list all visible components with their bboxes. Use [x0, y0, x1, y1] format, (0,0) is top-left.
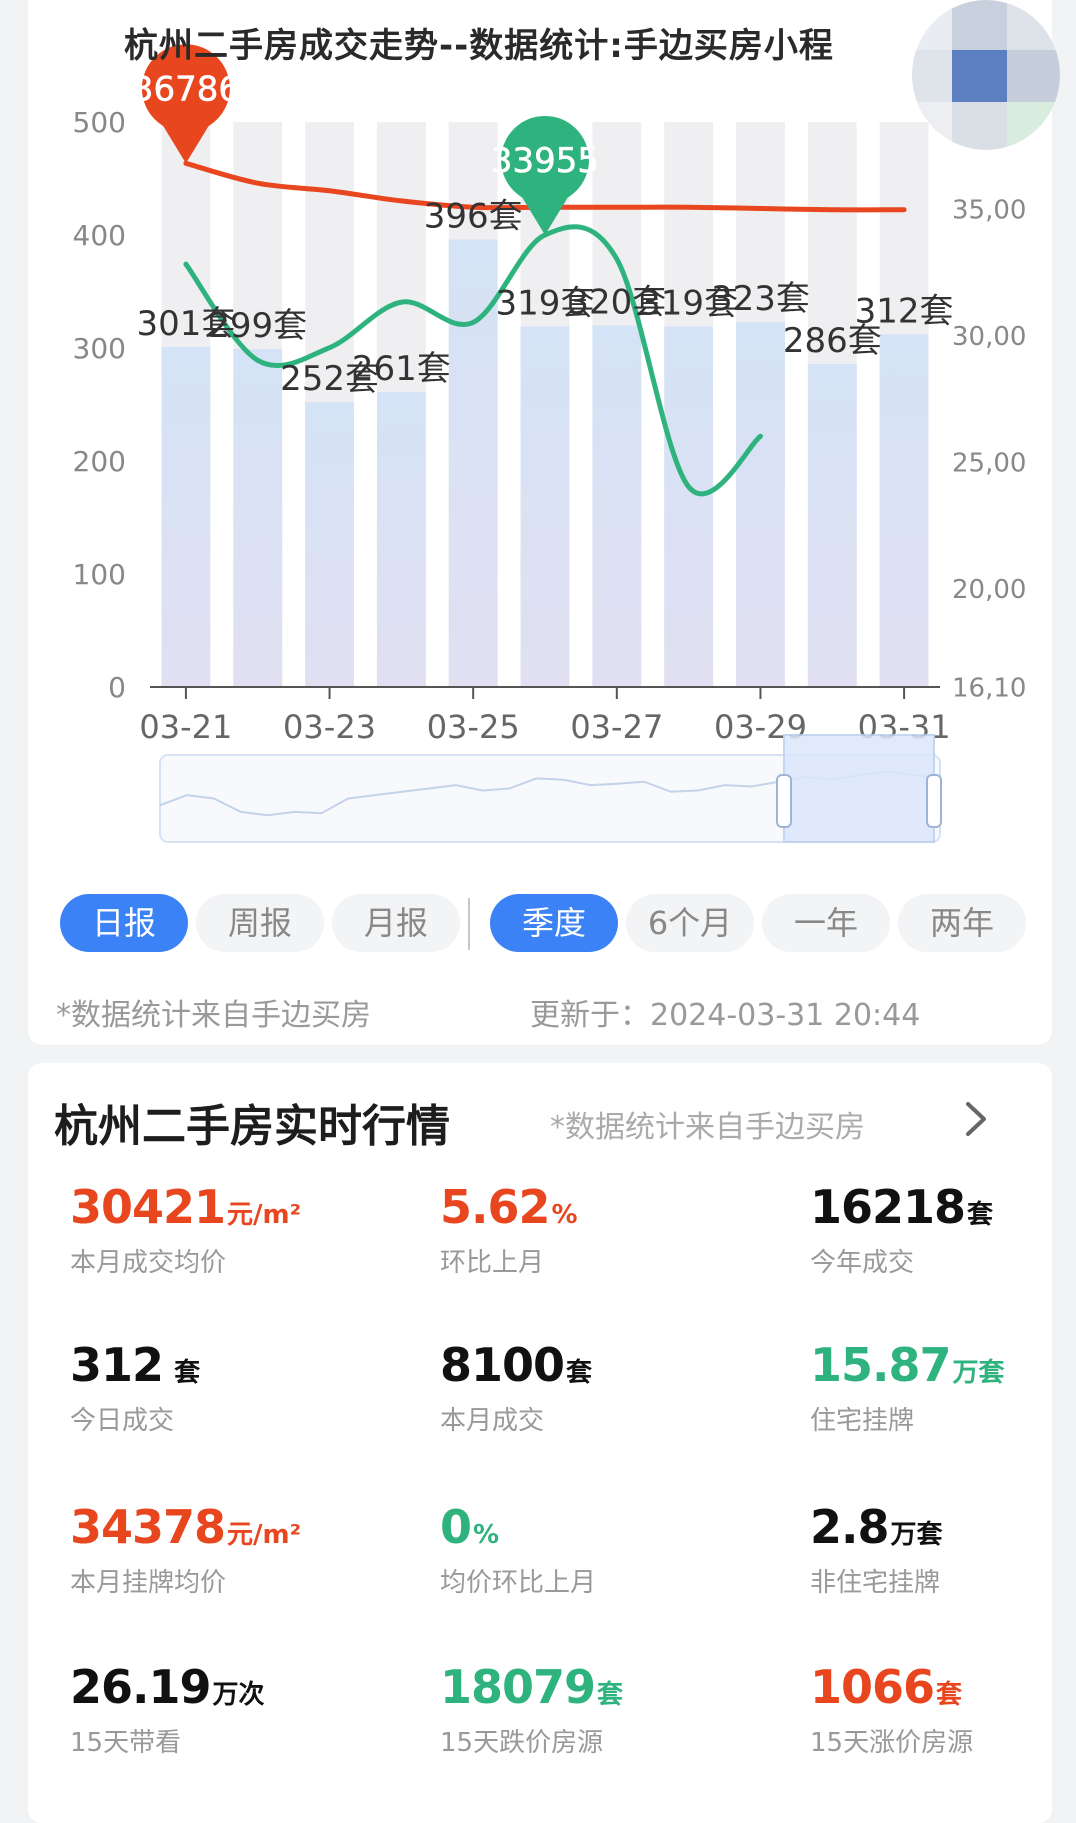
zoom-slider-window[interactable]	[783, 734, 935, 843]
right-axis-tick: 30,00	[952, 322, 1026, 352]
left-axis-tick: 300	[73, 332, 126, 365]
stat-label: 本月挂牌均价	[70, 1568, 227, 1598]
tab-weekly[interactable]: 周报	[196, 894, 324, 952]
stat-label: 本月成交均价	[70, 1248, 227, 1278]
tab-divider	[468, 898, 470, 950]
left-axis-tick: 500	[73, 106, 126, 139]
stat-label: 住宅挂牌	[810, 1406, 915, 1436]
left-axis-tick: 100	[73, 558, 126, 591]
bar-value-label: 396套	[424, 197, 523, 237]
chevron-right-icon[interactable]	[958, 1096, 994, 1142]
bar-03-24	[376, 392, 426, 687]
bar-03-23	[305, 402, 354, 687]
stat-unit: 元/m²	[227, 1200, 302, 1230]
stat-unit: 万套	[890, 1520, 943, 1550]
stat-item: 30421元/m² 本月成交均价	[70, 1180, 301, 1279]
stat-label: 均价环比上月	[440, 1568, 597, 1598]
stat-value: 5.62	[440, 1180, 550, 1234]
stat-item: 8100套 本月成交	[440, 1338, 592, 1437]
right-axis-tick: 25,00	[952, 449, 1026, 479]
bar-03-22	[233, 349, 283, 687]
user-avatar[interactable]	[912, 0, 1060, 150]
tab-daily[interactable]: 日报	[60, 894, 188, 952]
tab-quarter[interactable]: 季度	[490, 894, 618, 952]
stat-item: 2.8万套非住宅挂牌	[810, 1500, 943, 1599]
stat-item: 16218套今年成交	[810, 1180, 993, 1279]
stat-value: 0	[440, 1500, 472, 1554]
stat-unit: 套	[936, 1680, 963, 1710]
stat-item: 0% 均价环比上月	[440, 1500, 596, 1599]
tab-2-years[interactable]: 两年	[898, 894, 1026, 952]
stat-value: 34378	[70, 1500, 226, 1554]
bar-03-26	[520, 326, 570, 687]
stat-item: 312 套今日成交	[70, 1338, 200, 1437]
bar-03-27	[592, 325, 642, 687]
bar-03-28	[664, 326, 714, 687]
stat-value: 312	[70, 1338, 164, 1392]
x-axis-tick-label: 03-23	[283, 708, 376, 746]
stat-unit: %	[551, 1200, 578, 1230]
stat-label: 15天涨价房源	[810, 1728, 974, 1758]
stat-item: 5.62% 环比上月	[440, 1180, 578, 1279]
market-source-note: *数据统计来自手边买房	[550, 1110, 865, 1145]
data-source-note: *数据统计来自手边买房	[56, 998, 371, 1033]
right-axis-tick: 16,10	[952, 674, 1026, 704]
marker-label: 33955	[491, 141, 599, 181]
zoom-slider-handle[interactable]	[776, 774, 792, 828]
stat-label: 非住宅挂牌	[810, 1568, 941, 1598]
bar-value-label: 261套	[352, 349, 451, 389]
stat-item: 34378元/m² 本月挂牌均价	[70, 1500, 301, 1599]
market-title: 杭州二手房实时行情	[54, 1101, 450, 1152]
left-axis-tick: 200	[73, 445, 126, 478]
stat-label: 环比上月	[440, 1248, 545, 1278]
stat-value: 2.8	[810, 1500, 889, 1554]
update-time: 更新于：2024-03-31 20:44	[530, 998, 921, 1033]
stat-item: 26.19万次 15天带看	[70, 1660, 265, 1759]
stat-label: 本月成交	[440, 1406, 545, 1436]
chart-title: 杭州二手房成交走势--数据统计:手边买房小程	[124, 26, 834, 66]
stat-label: 15天带看	[70, 1728, 182, 1758]
left-axis-tick: 0	[108, 671, 126, 704]
bar-03-30	[807, 363, 857, 687]
bar-03-31	[879, 334, 929, 687]
tab-6-months[interactable]: 6个月	[626, 894, 754, 952]
right-axis-tick: 35,00	[952, 196, 1026, 226]
stat-unit: 元/m²	[227, 1520, 302, 1550]
bar-value-label: 312套	[855, 291, 954, 331]
stat-unit: %	[473, 1520, 500, 1550]
x-axis-tick-label: 03-27	[570, 708, 663, 746]
x-axis-tick-label: 03-25	[427, 708, 520, 746]
stat-value: 15.87	[810, 1338, 952, 1392]
stat-value: 18079	[440, 1660, 596, 1714]
stat-value: 1066	[810, 1660, 935, 1714]
stat-value: 30421	[70, 1180, 226, 1234]
stat-unit: 套	[597, 1680, 624, 1710]
bar-value-label: 299套	[208, 306, 307, 346]
stat-unit: 万次	[212, 1680, 265, 1710]
tab-monthly[interactable]: 月报	[332, 894, 460, 952]
stat-unit: 套	[566, 1358, 593, 1388]
left-axis-tick: 400	[73, 219, 126, 252]
bar-value-label: 323套	[711, 279, 810, 319]
stat-item: 18079套 15天跌价房源	[440, 1660, 623, 1759]
stat-item: 1066套 15天涨价房源	[810, 1660, 973, 1759]
marker-label: 36786	[132, 69, 240, 109]
stat-item: 15.87万套住宅挂牌	[810, 1338, 1005, 1437]
stat-label: 今年成交	[810, 1248, 915, 1278]
x-axis-tick-label: 03-21	[139, 708, 232, 746]
zoom-slider-handle[interactable]	[926, 774, 942, 828]
bar-03-29	[736, 322, 785, 687]
stat-unit: 万套	[952, 1358, 1005, 1388]
stat-value: 16218	[810, 1180, 966, 1234]
stat-label: 今日成交	[70, 1406, 175, 1436]
right-axis-tick: 20,00	[952, 575, 1026, 605]
tab-1-year[interactable]: 一年	[762, 894, 890, 952]
stat-label: 15天跌价房源	[440, 1728, 604, 1758]
stat-unit: 套	[967, 1200, 994, 1230]
bar-03-21	[161, 346, 211, 687]
stat-value: 26.19	[70, 1660, 212, 1714]
stat-unit: 套	[165, 1358, 201, 1388]
stat-value: 8100	[440, 1338, 565, 1392]
